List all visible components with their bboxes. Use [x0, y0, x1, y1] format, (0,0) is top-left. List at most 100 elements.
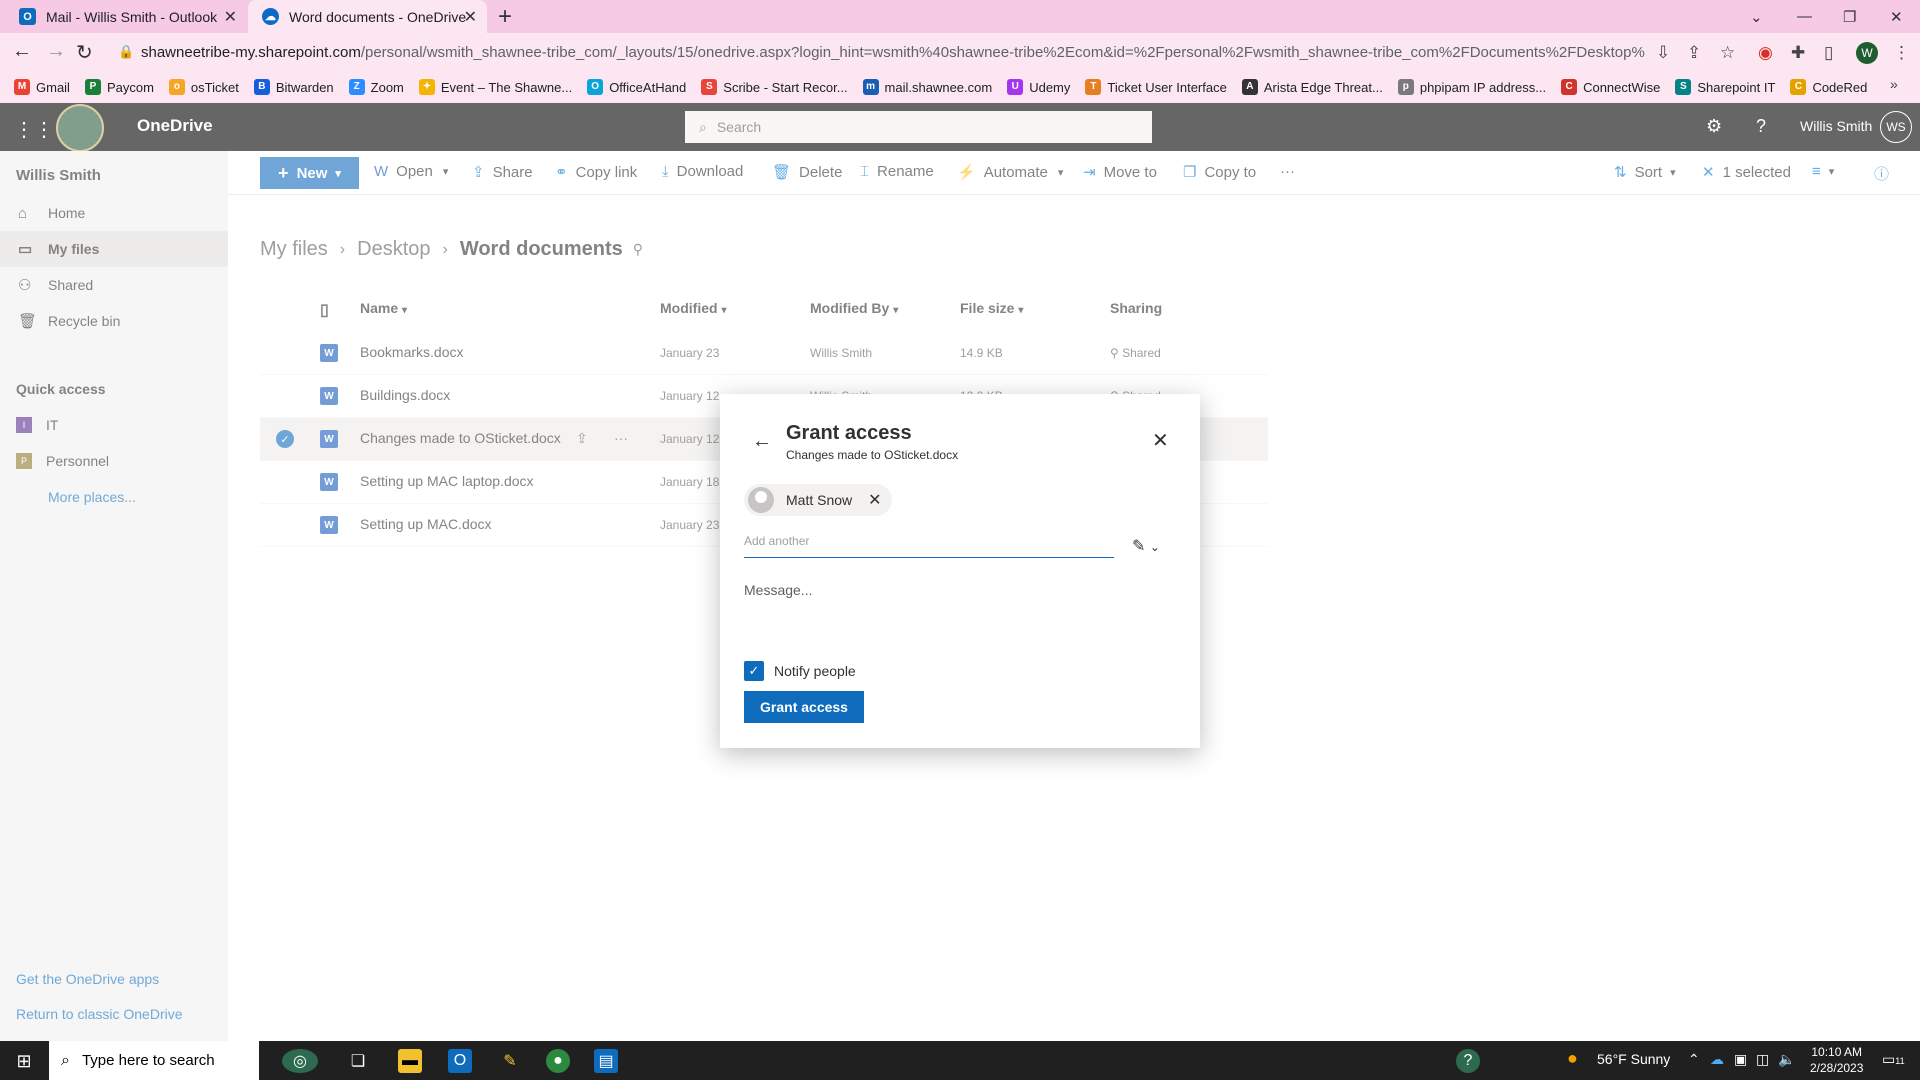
clock[interactable]: 10:10 AM 2/28/2023 [1810, 1044, 1863, 1076]
bookmark-item[interactable]: ✦ Event – The Shawne... [418, 79, 573, 95]
close-tab-icon[interactable]: ✕ [464, 7, 477, 27]
bookmark-item[interactable]: S Scribe - Start Recor... [701, 79, 848, 95]
extensions-puzzle-icon[interactable]: ✚ [1791, 43, 1805, 63]
volume-icon[interactable]: 🔈 [1778, 1051, 1795, 1068]
outlook-taskbar-icon[interactable]: O [448, 1049, 472, 1073]
back-arrow-icon[interactable]: ← [752, 430, 772, 453]
windows-start-icon[interactable]: ⊞ [12, 1049, 36, 1073]
tab-outlook[interactable]: O Mail - Willis Smith - Outlook ✕ [5, 0, 247, 33]
person-chip[interactable]: Matt Snow ✕ [744, 484, 892, 516]
new-tab-button[interactable]: + [498, 3, 512, 31]
bookmark-favicon-icon: o [168, 79, 185, 95]
bookmark-item[interactable]: O OfficeAtHand [587, 79, 686, 95]
weather-text[interactable]: 56°F Sunny [1597, 1051, 1670, 1067]
notification-icon[interactable]: ▭11 [1882, 1051, 1905, 1068]
tab-title: Word documents - OneDrive [289, 8, 467, 25]
outlook-icon: O [19, 8, 36, 25]
bookmark-favicon-icon: T [1085, 79, 1102, 95]
bookmark-item[interactable]: S Sharepoint IT [1675, 79, 1775, 95]
bookmark-label: OfficeAtHand [609, 79, 687, 95]
rdp-icon[interactable]: ▤ [594, 1049, 618, 1073]
taskbar-search-input[interactable]: ⌕ Type here to search [49, 1041, 259, 1080]
chevron-up-icon[interactable]: ⌃ [1688, 1051, 1700, 1068]
meet-icon[interactable]: ▣ [1734, 1051, 1747, 1068]
message-input[interactable]: Message... [744, 582, 812, 598]
network-icon[interactable]: ◫ [1756, 1051, 1769, 1068]
bookmark-item[interactable]: T Ticket User Interface [1085, 79, 1227, 95]
side-panel-icon[interactable]: ▯ [1824, 43, 1833, 63]
search-highlight-icon[interactable]: ◎ [282, 1049, 318, 1073]
install-app-icon[interactable]: ⇩ [1656, 43, 1670, 63]
extension-icon[interactable]: ◉ [1758, 43, 1773, 63]
bookmark-label: CodeRed [1812, 79, 1868, 95]
url-path: /personal/wsmith_shawnee-tribe_com/_layo… [360, 43, 1645, 61]
dialog-subtitle: Changes made to OSticket.docx [786, 448, 959, 462]
bookmark-star-icon[interactable]: ☆ [1720, 43, 1735, 63]
share-page-icon[interactable]: ⇪ [1687, 43, 1701, 63]
close-window-button[interactable]: ✕ [1890, 0, 1903, 33]
back-icon[interactable]: ← [12, 40, 32, 63]
bookmark-item[interactable]: o osTicket [168, 79, 239, 95]
forward-icon[interactable]: → [46, 40, 66, 63]
bookmark-item[interactable]: U Udemy [1007, 79, 1070, 95]
bookmark-favicon-icon: O [587, 79, 604, 95]
taskbar-search-placeholder: Type here to search [81, 1052, 215, 1069]
bookmark-item[interactable]: m mail.shawnee.com [862, 79, 992, 95]
dialog-title: Grant access [786, 422, 912, 444]
bookmark-favicon-icon: ✦ [418, 79, 435, 95]
clock-time: 10:10 AM [1811, 1045, 1863, 1059]
onedrive-tray-icon[interactable]: ☁ [1710, 1051, 1724, 1068]
bookmark-label: Udemy [1029, 79, 1071, 95]
bookmark-item[interactable]: C CodeRed [1790, 79, 1867, 95]
notify-people-checkbox[interactable]: ✓ Notify people [744, 661, 856, 681]
bookmark-label: osTicket [190, 79, 239, 95]
tab-onedrive[interactable]: ☁ Word documents - OneDrive ✕ [248, 0, 487, 33]
permission-dropdown[interactable]: ✎ ⌄ [1132, 536, 1160, 556]
more-bookmarks-icon[interactable]: » [1890, 76, 1898, 92]
bookmark-label: Ticket User Interface [1107, 79, 1227, 95]
weather-sun-icon[interactable]: ● [1567, 1048, 1578, 1069]
bookmark-label: Scribe - Start Recor... [723, 79, 848, 95]
bookmark-item[interactable]: C ConnectWise [1561, 79, 1660, 95]
bookmark-item[interactable]: P Paycom [84, 79, 154, 95]
bookmark-label: Event – The Shawne... [440, 79, 573, 95]
bookmark-item[interactable]: Z Zoom [348, 79, 404, 95]
notepad-icon[interactable]: ✎ [498, 1049, 522, 1073]
bookmark-favicon-icon: C [1790, 79, 1807, 95]
grant-access-button[interactable]: Grant access [744, 691, 864, 723]
help-taskbar-icon[interactable]: ? [1456, 1049, 1480, 1073]
address-bar[interactable]: shawneetribe-my.sharepoint.com/personal/… [105, 37, 1645, 67]
close-icon[interactable]: ✕ [1152, 428, 1169, 453]
person-name: Matt Snow [786, 492, 853, 508]
checkbox-checked-icon[interactable]: ✓ [744, 661, 764, 681]
pencil-icon: ✎ [1132, 538, 1146, 555]
bookmark-favicon-icon: S [701, 79, 718, 95]
bookmarks-bar: M Gmail P Paycom o osTicket B Bitwarden Z Zoom ✦ Ev… [0, 71, 1920, 103]
close-tab-icon[interactable]: ✕ [224, 7, 237, 27]
bookmark-favicon-icon: A [1241, 79, 1258, 95]
task-view-icon[interactable]: ❏ [346, 1049, 370, 1073]
restore-button[interactable]: ❐ [1843, 0, 1856, 33]
bookmark-favicon-icon: P [84, 79, 101, 95]
file-explorer-icon[interactable]: ▬ [398, 1049, 422, 1073]
bookmark-label: Bitwarden [275, 79, 334, 95]
tab-search-icon[interactable]: ⌄ [1750, 0, 1763, 33]
minimize-button[interactable]: — [1797, 0, 1812, 33]
person-avatar-icon [748, 487, 774, 513]
remove-person-icon[interactable]: ✕ [868, 490, 881, 510]
browser-menu-icon[interactable]: ⋮ [1893, 43, 1910, 63]
reload-icon[interactable]: ↻ [76, 40, 93, 65]
bookmark-item[interactable]: A Arista Edge Threat... [1241, 79, 1383, 95]
bookmark-favicon-icon: m [862, 79, 879, 95]
search-icon: ⌕ [61, 1051, 70, 1069]
bookmark-label: phpipam IP address... [1419, 79, 1547, 95]
bookmark-item[interactable]: p phpipam IP address... [1397, 79, 1547, 95]
chrome-icon[interactable]: ● [546, 1049, 570, 1073]
bookmark-item[interactable]: B Bitwarden [253, 79, 334, 95]
bookmark-label: Zoom [370, 79, 404, 95]
bookmark-item[interactable]: M Gmail [14, 79, 70, 95]
lock-icon[interactable]: 🔒 [118, 44, 134, 60]
profile-avatar[interactable]: W [1856, 42, 1878, 64]
add-another-input[interactable]: Add another [744, 534, 1114, 558]
bookmark-favicon-icon: B [253, 79, 270, 95]
